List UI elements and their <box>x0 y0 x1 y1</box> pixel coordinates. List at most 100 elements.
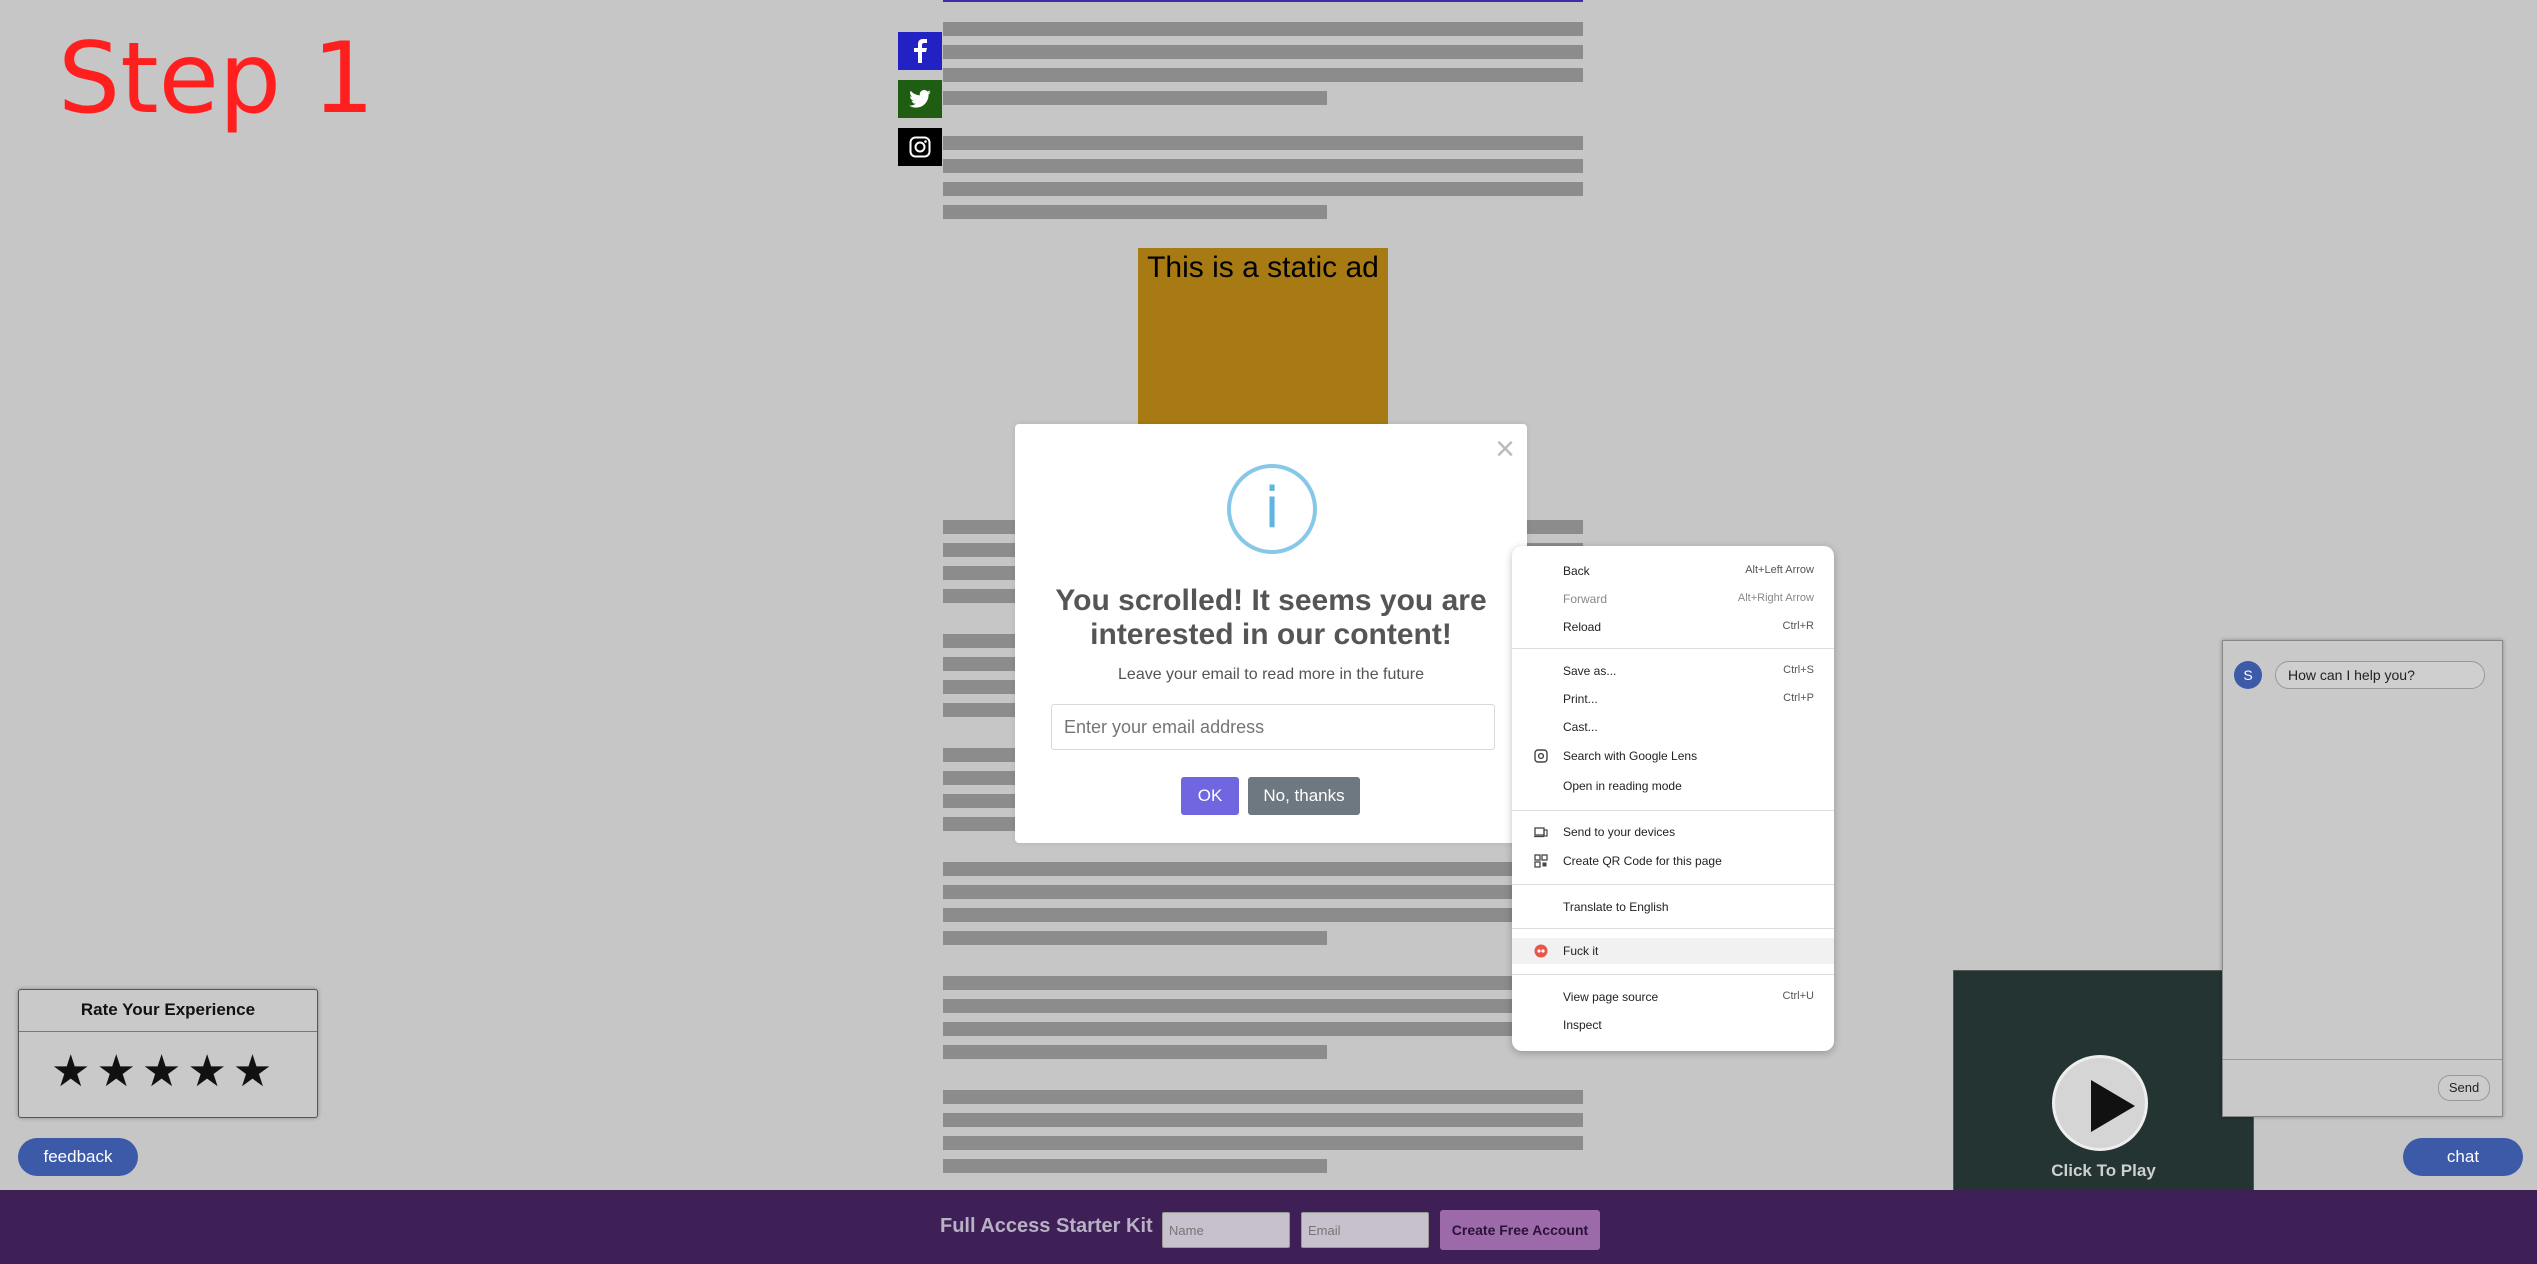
menu-separator <box>1512 648 1834 649</box>
menu-item-view-source[interactable]: View page source Ctrl+U <box>1512 984 1834 1010</box>
video-player[interactable]: Click To Play <box>1953 970 2254 1192</box>
footer-email-input[interactable] <box>1301 1212 1429 1248</box>
menu-item-back[interactable]: Back Alt+Left Arrow <box>1512 558 1834 584</box>
text-line <box>943 22 1583 36</box>
text-line <box>943 1045 1327 1059</box>
rating-widget: Rate Your Experience ★★★★★ <box>18 989 318 1118</box>
text-line <box>943 885 1583 899</box>
step-label: Step 1 <box>58 22 375 136</box>
facebook-icon <box>914 39 927 63</box>
menu-separator <box>1512 884 1834 885</box>
signup-footer: Full Access Starter Kit Create Free Acco… <box>0 1190 2537 1264</box>
menu-item-shortcut: Ctrl+S <box>1783 664 1814 676</box>
text-line <box>943 999 1583 1013</box>
menu-item-shortcut: Ctrl+R <box>1782 620 1814 632</box>
text-line <box>943 1113 1583 1127</box>
extension-icon <box>1534 944 1548 958</box>
menu-item-shortcut: Alt+Right Arrow <box>1737 592 1814 604</box>
chat-panel: S How can I help you? Send <box>2222 640 2503 1117</box>
menu-item-label: Cast... <box>1563 720 1598 734</box>
text-line <box>943 976 1583 990</box>
star-rating[interactable]: ★★★★★ <box>51 1046 278 1097</box>
twitter-share-button[interactable] <box>898 80 942 118</box>
avatar: S <box>2234 661 2262 689</box>
facebook-share-button[interactable] <box>898 32 942 70</box>
menu-separator <box>1512 810 1834 811</box>
name-input[interactable] <box>1162 1212 1290 1248</box>
text-line <box>943 68 1583 82</box>
qr-icon <box>1534 854 1548 868</box>
text-line <box>943 1136 1583 1150</box>
text-line <box>943 931 1327 945</box>
menu-item-label: Print... <box>1563 692 1598 706</box>
menu-item-shortcut: Ctrl+P <box>1783 692 1814 704</box>
menu-item-print[interactable]: Print... Ctrl+P <box>1512 686 1834 712</box>
chat-button[interactable]: chat <box>2403 1138 2523 1176</box>
menu-item-reload[interactable]: Reload Ctrl+R <box>1512 614 1834 640</box>
chat-message: How can I help you? <box>2275 661 2485 689</box>
menu-item-label: Forward <box>1563 592 1608 606</box>
menu-item-google-lens[interactable]: Search with Google Lens <box>1512 743 1834 769</box>
menu-item-label: Reload <box>1563 620 1602 634</box>
menu-item-label: Back <box>1563 564 1590 578</box>
scroll-email-modal: × i You scrolled! It seems you are inter… <box>1015 424 1527 843</box>
ok-button[interactable]: OK <box>1181 777 1239 815</box>
menu-item-translate[interactable]: Translate to English <box>1512 894 1834 920</box>
menu-item-save-as[interactable]: Save as... Ctrl+S <box>1512 658 1834 684</box>
text-line <box>943 908 1583 922</box>
menu-item-forward[interactable]: Forward Alt+Right Arrow <box>1512 586 1834 612</box>
video-caption: Click To Play <box>2051 1161 2156 1180</box>
text-line <box>943 136 1583 150</box>
text-line <box>943 182 1583 196</box>
menu-separator <box>1512 928 1834 929</box>
menu-item-reading-mode[interactable]: Open in reading mode <box>1512 773 1834 799</box>
menu-item-inspect[interactable]: Inspect <box>1512 1012 1834 1038</box>
article-top-border <box>943 0 1583 2</box>
play-icon <box>2091 1080 2135 1132</box>
context-menu: Back Alt+Left Arrow Forward Alt+Right Ar… <box>1512 546 1834 1051</box>
menu-item-extension[interactable]: Fuck it <box>1512 938 1834 964</box>
create-account-button[interactable]: Create Free Account <box>1440 1210 1600 1250</box>
menu-item-label: Search with Google Lens <box>1563 749 1698 763</box>
menu-item-label: View page source <box>1563 990 1659 1004</box>
instagram-icon <box>909 136 931 158</box>
modal-subtitle: Leave your email to read more in the fut… <box>1118 666 1424 683</box>
instagram-share-button[interactable] <box>898 128 942 166</box>
menu-item-label: Open in reading mode <box>1563 779 1682 793</box>
rating-divider <box>19 1031 317 1032</box>
chat-divider <box>2223 1059 2502 1060</box>
modal-title: You scrolled! It seems you are intereste… <box>1055 584 1487 651</box>
static-ad[interactable]: This is a static ad <box>1138 248 1388 424</box>
menu-item-cast[interactable]: Cast... <box>1512 714 1834 740</box>
play-button[interactable] <box>2052 1055 2148 1151</box>
text-line <box>943 862 1583 876</box>
menu-item-label: Send to your devices <box>1563 825 1676 839</box>
menu-item-label: Fuck it <box>1563 944 1599 958</box>
menu-separator <box>1512 974 1834 975</box>
text-line <box>943 159 1583 173</box>
devices-icon <box>1534 827 1548 838</box>
text-line <box>943 1159 1327 1173</box>
menu-item-label: Create QR Code for this page <box>1563 854 1722 868</box>
feedback-button[interactable]: feedback <box>18 1138 138 1176</box>
lens-icon <box>1534 749 1548 763</box>
no-thanks-button[interactable]: No, thanks <box>1248 777 1360 815</box>
rating-title: Rate Your Experience <box>80 1000 256 1019</box>
close-icon[interactable]: × <box>1495 432 1515 466</box>
menu-item-qr-code[interactable]: Create QR Code for this page <box>1512 848 1834 874</box>
menu-item-label: Inspect <box>1563 1018 1602 1032</box>
menu-item-send-to-devices[interactable]: Send to your devices <box>1512 819 1834 845</box>
menu-item-shortcut: Ctrl+U <box>1782 990 1814 1002</box>
twitter-icon <box>909 90 931 108</box>
menu-item-shortcut: Alt+Left Arrow <box>1745 564 1814 576</box>
email-input[interactable] <box>1051 704 1495 750</box>
text-line <box>943 1090 1583 1104</box>
text-line <box>943 205 1327 219</box>
info-icon: i <box>1227 464 1317 554</box>
text-line <box>943 1022 1583 1036</box>
send-button[interactable]: Send <box>2438 1075 2490 1101</box>
footer-title: Full Access Starter Kit <box>940 1215 1153 1237</box>
ad-text: This is a static ad <box>1147 251 1379 284</box>
menu-item-label: Translate to English <box>1563 900 1669 914</box>
text-line <box>943 45 1583 59</box>
